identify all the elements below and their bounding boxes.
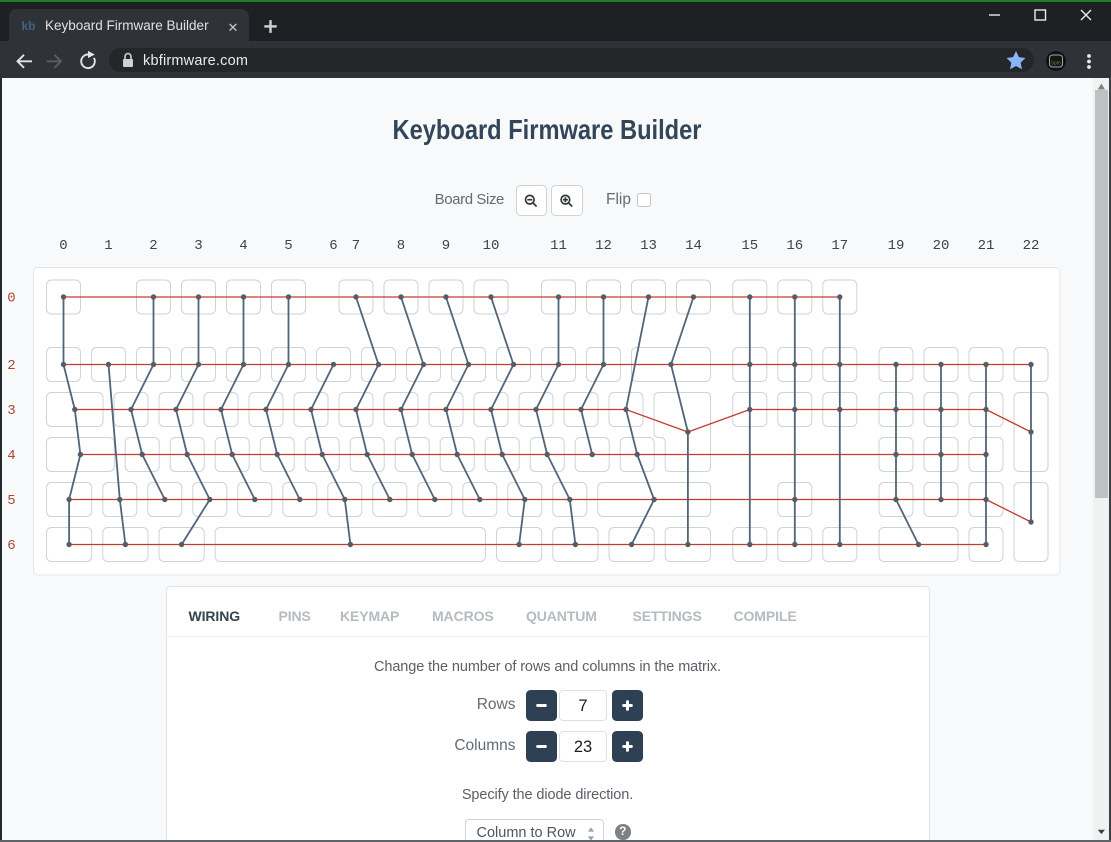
svg-text:6: 6 [329, 238, 337, 254]
svg-text:0: 0 [59, 238, 67, 254]
svg-text:5: 5 [7, 493, 15, 509]
svg-text:15: 15 [741, 238, 758, 254]
svg-text:14: 14 [685, 238, 702, 254]
svg-text:21: 21 [978, 238, 995, 254]
svg-text:5pm: 5pm [1051, 61, 1061, 67]
svg-text:11: 11 [550, 238, 567, 254]
svg-text:16: 16 [786, 238, 803, 254]
svg-text:4: 4 [7, 448, 15, 464]
svg-text:3: 3 [7, 403, 15, 419]
svg-text:20: 20 [933, 238, 950, 254]
svg-text:19: 19 [888, 238, 905, 254]
svg-text:3: 3 [194, 238, 202, 254]
svg-text:1: 1 [104, 238, 112, 254]
svg-text:6: 6 [7, 538, 15, 554]
svg-text:17: 17 [831, 238, 848, 254]
svg-text:12: 12 [595, 238, 612, 254]
svg-text:7: 7 [352, 238, 360, 254]
svg-text:9: 9 [442, 238, 450, 254]
svg-text:0: 0 [7, 291, 15, 307]
svg-text:8: 8 [397, 238, 405, 254]
svg-text:2: 2 [149, 238, 157, 254]
svg-text:2: 2 [7, 358, 15, 374]
svg-text:22: 22 [1023, 238, 1040, 254]
svg-text:5: 5 [284, 238, 292, 254]
svg-text:4: 4 [239, 238, 247, 254]
svg-text:10: 10 [483, 238, 500, 254]
svg-text:13: 13 [640, 238, 657, 254]
